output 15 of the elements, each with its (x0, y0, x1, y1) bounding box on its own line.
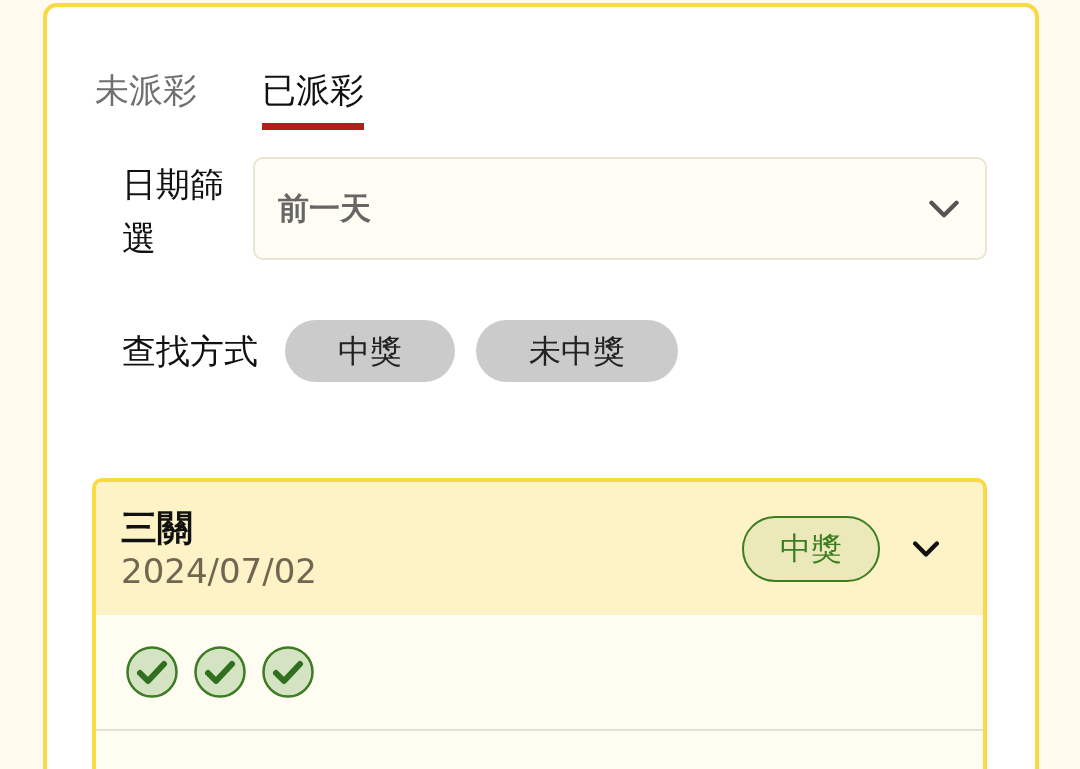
check-circle-icon (262, 646, 314, 698)
tab[interactable]: 未派彩 (95, 70, 197, 130)
chevron-down-icon (913, 540, 939, 557)
result-title: 三關 (121, 505, 193, 550)
search-mode-label: 查找方式 (122, 331, 258, 371)
filter-pill[interactable]: 未中獎 (476, 320, 678, 382)
chevron-down-icon (929, 199, 959, 218)
date-select[interactable]: 前一天 (253, 157, 987, 260)
date-filter-label: 日期篩選 (122, 163, 225, 260)
result-date: 2024/07/02 (121, 549, 317, 592)
check-circle-icon (126, 646, 178, 698)
filter-pill[interactable]: 中獎 (285, 320, 455, 382)
check-circle-icon (194, 646, 246, 698)
tab[interactable]: 已派彩 (262, 70, 364, 130)
status-badge: 中獎 (742, 515, 880, 582)
